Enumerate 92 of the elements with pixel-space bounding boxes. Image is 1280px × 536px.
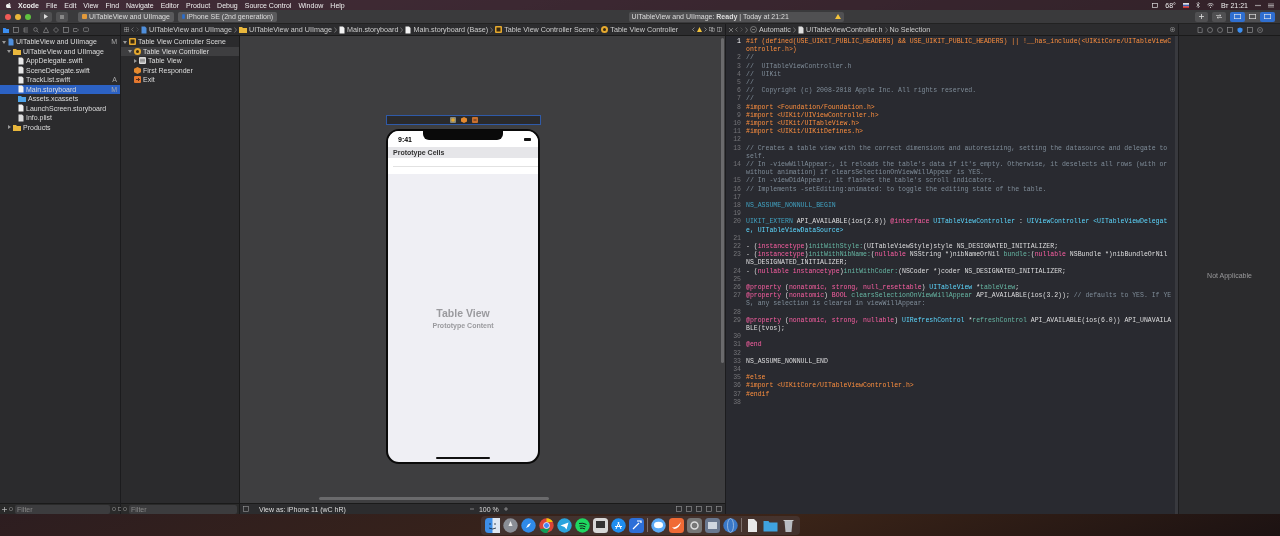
menu-icon[interactable]: [1255, 2, 1261, 8]
debug-area-toggle-icon: [1249, 14, 1256, 19]
back-icon[interactable]: [131, 27, 134, 32]
scene-icon: [495, 26, 503, 33]
flag-icon[interactable]: [1182, 2, 1189, 8]
controller-icon: [601, 26, 609, 33]
library-button[interactable]: [1195, 11, 1208, 22]
monitor-icon[interactable]: [592, 517, 608, 533]
paper-plane-icon[interactable]: [556, 517, 572, 533]
folder-icon[interactable]: [3, 26, 9, 33]
wifi-icon[interactable]: [1206, 2, 1214, 8]
compass-icon[interactable]: [520, 517, 536, 533]
cube-icon[interactable]: [460, 117, 467, 123]
document-icon: [8, 37, 14, 46]
tag-icon[interactable]: [73, 26, 79, 33]
add-editor-icon[interactable]: [1170, 27, 1175, 32]
bluetooth-icon[interactable]: [1195, 2, 1200, 8]
placeholder-title: Table View: [436, 307, 490, 319]
chevron-icon: [490, 26, 494, 33]
chevron-icon: [745, 26, 748, 33]
folder-icon: [13, 123, 21, 131]
display-icon[interactable]: [1152, 2, 1159, 8]
stop-button[interactable]: [56, 11, 68, 22]
app-store-icon[interactable]: [610, 517, 626, 533]
face-icon[interactable]: [484, 517, 500, 533]
list-icon: [139, 57, 146, 65]
controller-icon: [134, 47, 141, 55]
zoom-in-icon[interactable]: [503, 507, 508, 511]
shield-icon[interactable]: [1236, 26, 1243, 33]
hammer-icon[interactable]: [628, 517, 644, 533]
arrows-icon: [1216, 14, 1222, 19]
zoom-button[interactable]: [25, 13, 31, 20]
globe-icon[interactable]: [722, 517, 738, 533]
navigator-toggle-icon: [1234, 14, 1241, 19]
home-indicator: [436, 457, 490, 459]
disclosure-icon[interactable]: [7, 125, 11, 130]
exit-icon[interactable]: [471, 117, 478, 123]
window-icon[interactable]: [704, 517, 720, 533]
chevron-icon: [400, 26, 404, 33]
add-button[interactable]: [2, 506, 7, 512]
add-icon: [2, 506, 7, 512]
document-icon: [797, 25, 804, 34]
exit-icon: [134, 76, 141, 84]
chevron-icon: [884, 26, 888, 33]
add-icon: [1199, 14, 1204, 19]
close-button[interactable]: [5, 13, 11, 20]
panel-toggle-button[interactable]: [1230, 11, 1245, 22]
list-icon[interactable]: [1268, 2, 1274, 8]
forward-icon[interactable]: [704, 27, 707, 32]
chevron-icon: [596, 26, 600, 33]
code-review-button[interactable]: [1212, 11, 1226, 22]
warning-icon[interactable]: [697, 27, 702, 32]
disclosure-icon[interactable]: [2, 39, 6, 44]
close-icon[interactable]: [729, 27, 733, 32]
grid-icon[interactable]: [124, 27, 129, 32]
folder-icon: [13, 47, 21, 55]
panel-toggle-button[interactable]: [1260, 11, 1275, 22]
split-editor-icon[interactable]: [717, 27, 722, 32]
phone-icon: [181, 14, 185, 19]
inspector-toggle-icon: [1264, 14, 1271, 19]
app-icon: [82, 14, 87, 19]
chevron-icon: [792, 26, 796, 33]
gear-icon[interactable]: [686, 517, 702, 533]
sound-waves-icon[interactable]: [574, 517, 590, 533]
document-icon: [338, 25, 345, 34]
hierarchy-icon[interactable]: [23, 26, 29, 33]
document-icon: [141, 25, 147, 34]
controller-icon[interactable]: [449, 117, 456, 123]
battery-icon: [524, 137, 531, 141]
cube-icon: [134, 66, 141, 74]
stop-icon: [60, 14, 64, 19]
chevron-icon: [233, 26, 237, 33]
related-items-icon[interactable]: [709, 27, 715, 32]
automatic-icon: [750, 26, 757, 33]
minimize-button[interactable]: [15, 13, 21, 20]
disclosure-icon[interactable]: [123, 39, 127, 44]
disclosure-icon[interactable]: [133, 58, 137, 63]
apple-icon[interactable]: [6, 2, 11, 8]
search-icon[interactable]: [33, 26, 39, 33]
warning-icon[interactable]: [834, 14, 841, 19]
back-icon[interactable]: [735, 27, 738, 32]
disclosure-icon[interactable]: [7, 49, 11, 54]
run-button[interactable]: [40, 11, 52, 22]
document-icon: [405, 25, 412, 34]
chat-bubble-icon[interactable]: [650, 517, 666, 533]
back-icon[interactable]: [692, 27, 695, 32]
folder-icon: [238, 26, 247, 33]
chevron-icon: [333, 26, 337, 33]
browser-icon[interactable]: [538, 517, 554, 533]
play-icon: [44, 14, 48, 19]
scene-icon: [129, 38, 136, 46]
bird-icon[interactable]: [668, 517, 684, 533]
